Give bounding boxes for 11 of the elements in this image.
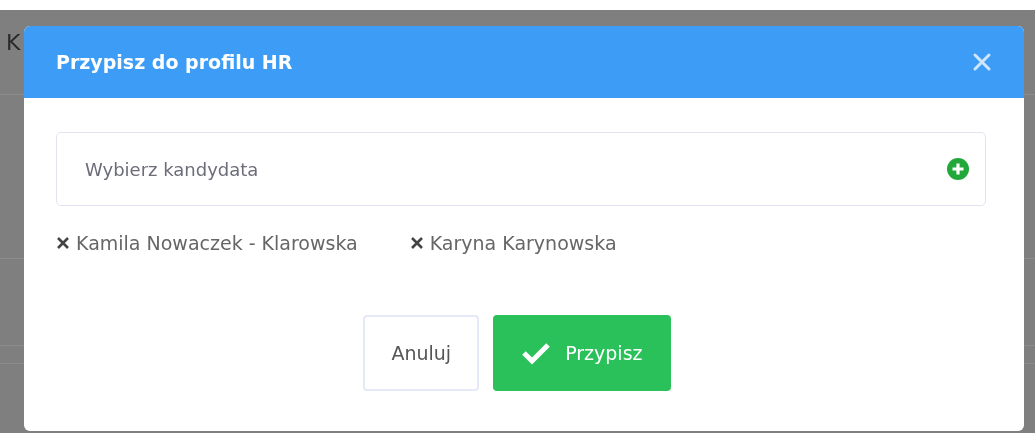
- cancel-button[interactable]: Anuluj: [363, 315, 480, 391]
- candidate-select-field[interactable]: Wybierz kandydata: [56, 132, 986, 206]
- close-icon: [972, 52, 992, 72]
- candidate-name: Kamila Nowaczek - Klarowska: [76, 232, 358, 254]
- remove-icon[interactable]: [409, 236, 424, 250]
- add-icon[interactable]: [947, 158, 969, 180]
- candidate-name: Karyna Karynowska: [429, 232, 617, 254]
- check-icon: [521, 341, 552, 365]
- background-text: K: [6, 30, 21, 55]
- dialog-title: Przypisz do profilu HR: [56, 51, 293, 73]
- remove-icon[interactable]: [56, 236, 70, 250]
